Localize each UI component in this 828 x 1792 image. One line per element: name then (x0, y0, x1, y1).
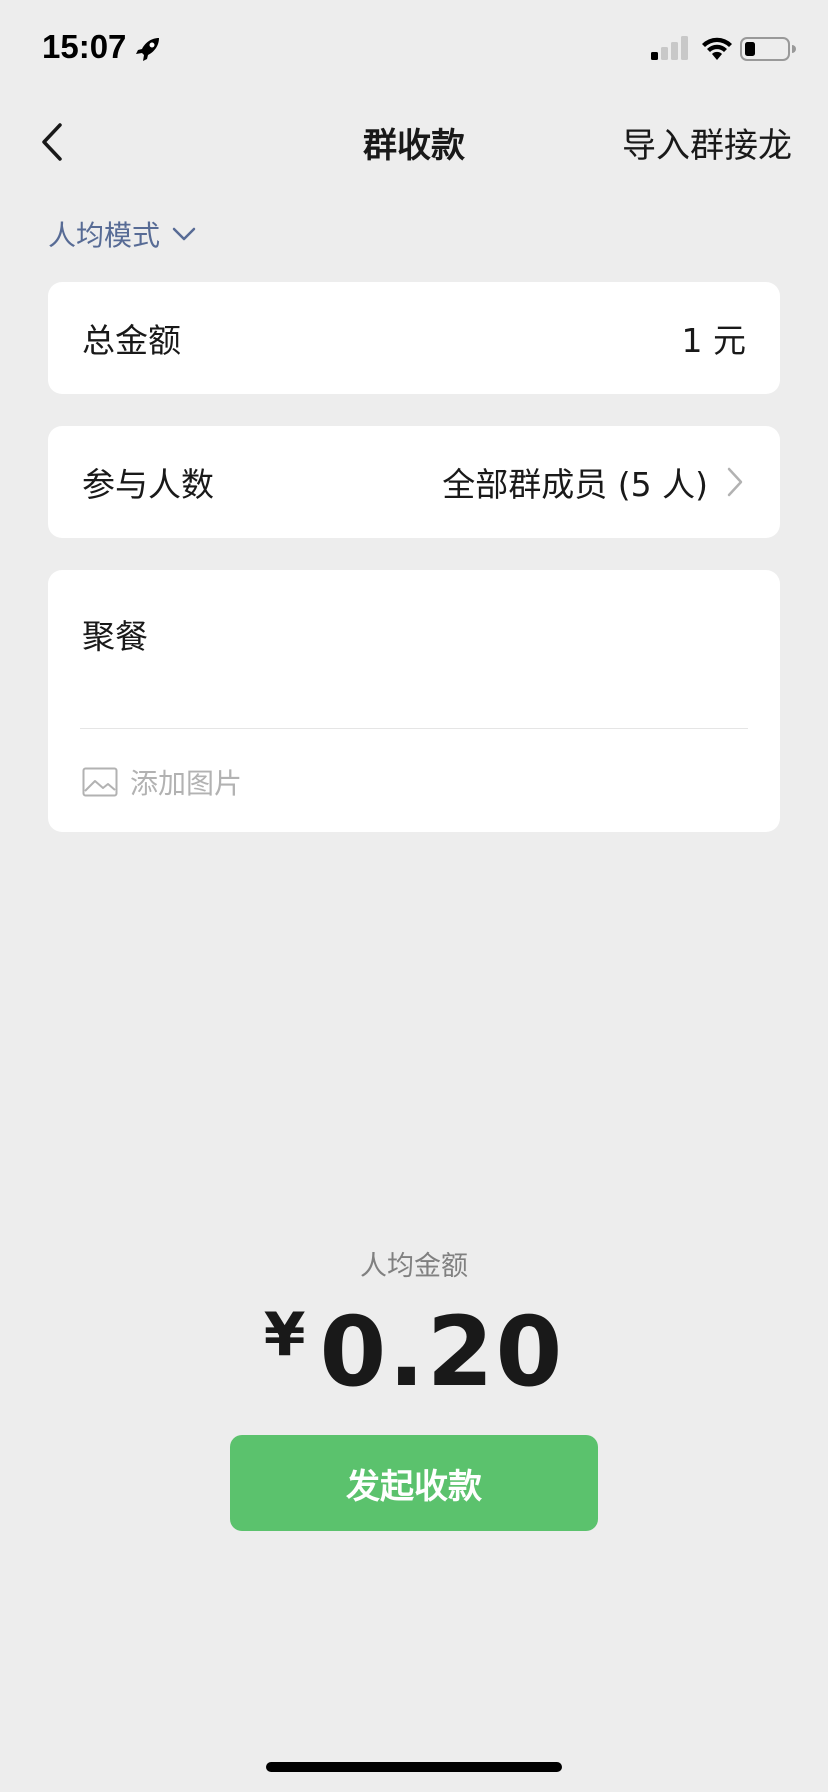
nav-bar: 群收款 导入群接龙 (0, 100, 828, 184)
per-person-label: 人均金额 (360, 1251, 468, 1282)
currency-symbol: ¥ (263, 1300, 306, 1370)
participants-value-wrap: 全部群成员 (5 人) (442, 458, 746, 506)
mode-selector[interactable]: 人均模式 (48, 214, 196, 254)
per-person-value: 0.20 (319, 1296, 565, 1408)
participants-value: 全部群成员 (5 人) (442, 465, 708, 504)
chevron-down-icon (172, 227, 196, 241)
participants-label: 参与人数 (82, 465, 214, 504)
status-bar: 15:07 (0, 0, 828, 100)
battery-icon (740, 37, 796, 61)
chevron-right-icon (727, 467, 743, 497)
add-image-label: 添加图片 (130, 767, 243, 800)
note-input[interactable]: 聚餐 (82, 610, 148, 658)
import-group-list-button[interactable]: 导入群接龙 (622, 118, 792, 167)
image-icon (82, 767, 118, 797)
total-amount-label: 总金额 (82, 321, 181, 360)
status-time: 15:07 (42, 28, 127, 65)
home-indicator[interactable] (266, 1762, 562, 1772)
participants-row[interactable]: 参与人数 全部群成员 (5 人) (48, 426, 780, 538)
rocket-icon (136, 38, 159, 61)
total-amount-row[interactable]: 总金额 1 元 (48, 282, 780, 394)
total-amount-value[interactable]: 1 元 (682, 314, 747, 362)
note-card: 聚餐 添加图片 (48, 570, 780, 832)
per-person-amount: ¥0.20 (0, 1296, 828, 1408)
signal-icon (651, 36, 688, 60)
wifi-icon (702, 37, 732, 60)
mode-label: 人均模式 (48, 219, 161, 252)
add-image-button[interactable]: 添加图片 (82, 762, 242, 802)
start-collection-button[interactable]: 发起收款 (230, 1435, 598, 1531)
screen: 15:07 群收款 导入群接龙 人均模式 总金额 1 元 参与人数 全部群成员 … (0, 0, 828, 1792)
divider (80, 728, 748, 729)
